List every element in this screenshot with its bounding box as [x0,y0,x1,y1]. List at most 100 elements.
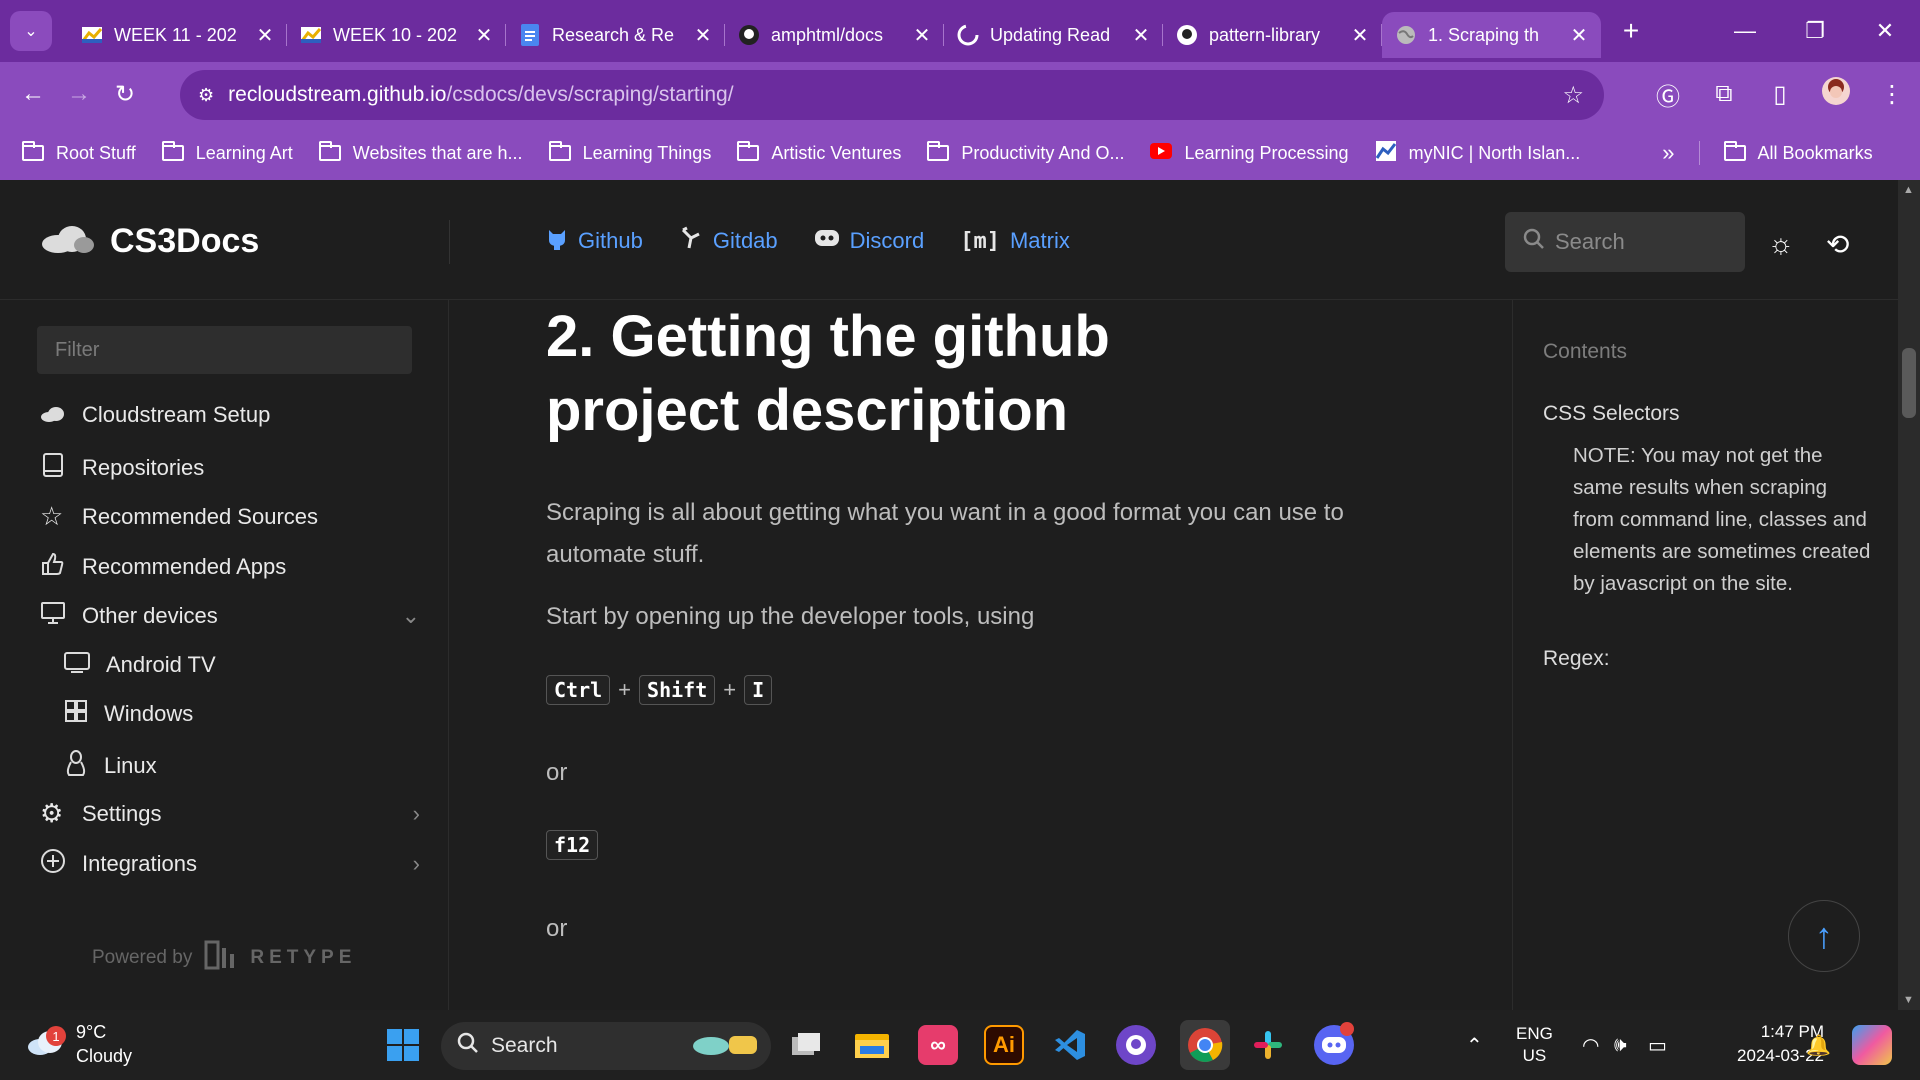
copilot-icon[interactable] [1852,1025,1892,1065]
slack-icon[interactable] [1248,1025,1288,1065]
chevron-up-icon[interactable]: ⌃ [1466,1010,1483,1080]
site-search-input[interactable]: Search [1505,212,1745,272]
tab-scraping[interactable]: 1. Scraping th ✕ [1382,12,1601,58]
filter-input[interactable]: Filter [37,326,412,374]
bell-icon[interactable]: 🔔 [1806,1010,1831,1080]
new-tab-button[interactable]: + [1609,15,1653,47]
weather-widget[interactable]: 1 9°C Cloudy [26,1020,132,1068]
bookmark-mynic[interactable]: myNIC | North Islan... [1375,140,1580,167]
matrix-link[interactable]: [m] Matrix [960,226,1070,256]
reload-icon[interactable]: ↻ [102,80,148,109]
scroll-down-icon[interactable]: ▼ [1903,994,1914,1006]
bookmark-star-icon[interactable]: ☆ [1562,81,1584,110]
restore-icon[interactable]: ❐ [1780,18,1850,44]
plus-circle-icon [40,848,66,880]
site-logo[interactable]: CS3Docs [40,222,259,261]
file-explorer-icon[interactable] [852,1025,892,1065]
sidebar-item-recommended-sources[interactable]: ☆ Recommended Sources [40,501,420,532]
tab-amphtml[interactable]: amphtml/docs ✕ [725,12,944,58]
toc-item-css-selectors[interactable]: CSS Selectors [1543,402,1680,426]
side-panel-icon[interactable]: ▯ [1752,80,1808,109]
tab-pattern-library[interactable]: pattern-library ✕ [1163,12,1382,58]
battery-icon[interactable]: ▭ [1648,1010,1667,1080]
scrollbar-thumb[interactable] [1902,348,1916,418]
back-to-top-button[interactable]: ↑ [1788,900,1860,972]
sidebar-item-linux[interactable]: Linux [64,749,444,783]
toc-item-note[interactable]: NOTE: You may not get the same results w… [1573,440,1873,600]
address-bar[interactable]: ⚙ recloudstream.github.io/csdocs/devs/sc… [180,70,1604,120]
taskbar-search[interactable]: Search [441,1022,771,1070]
tab-title: pattern-library [1209,24,1321,45]
bookmark-learning-processing[interactable]: Learning Processing [1150,142,1349,164]
sidebar-item-settings[interactable]: ⚙ Settings › [40,798,420,829]
avatar[interactable] [1808,76,1864,113]
powered-by-retype[interactable]: Powered by RETYPE [92,940,356,976]
scroll-up-icon[interactable]: ▲ [1903,184,1914,196]
minimize-icon[interactable]: — [1710,18,1780,44]
chrome-icon[interactable] [1180,1020,1230,1070]
grammarly-icon[interactable]: Ⓖ [1640,77,1696,112]
task-view-icon[interactable] [786,1025,826,1065]
tab-week11[interactable]: WEEK 11 - 202 ✕ [68,12,287,58]
key-shift: Shift [639,675,716,705]
language-indicator[interactable]: ENG US [1516,1010,1553,1080]
page-title: 2. Getting the github project description [546,304,1110,443]
site-info-icon[interactable]: ⚙ [198,85,214,106]
page-scrollbar[interactable]: ▲ ▼ [1898,180,1920,1010]
folder-icon [737,141,760,161]
folder-icon [1723,141,1746,161]
folder-icon [548,141,571,161]
tab-week10[interactable]: WEEK 10 - 202 ✕ [287,12,506,58]
back-icon[interactable]: ← [10,80,56,108]
bookmark-learning-things[interactable]: Learning Things [548,141,711,164]
tab-research[interactable]: Research & Re ✕ [506,12,725,58]
bookmark-websites[interactable]: Websites that are h... [318,141,523,164]
illustrator-icon[interactable]: Ai [984,1025,1024,1065]
gitdab-link[interactable]: Gitdab [679,226,778,256]
close-icon[interactable]: ✕ [1569,23,1589,48]
more-bookmarks-icon[interactable]: » [1662,140,1674,166]
close-icon[interactable]: ✕ [693,23,713,48]
toc-item-regex[interactable]: Regex: [1543,647,1610,671]
sidebar-item-recommended-apps[interactable]: Recommended Apps [40,551,420,583]
close-window-icon[interactable]: ✕ [1850,18,1920,44]
wifi-icon[interactable]: ◠ [1582,1010,1599,1080]
forward-icon[interactable]: → [56,80,102,108]
notification-dot [1340,1022,1354,1036]
close-icon[interactable]: ✕ [1350,23,1370,48]
more-menu-icon[interactable]: ⋮ [1864,80,1920,109]
docs-icon [518,23,542,47]
close-icon[interactable]: ✕ [912,23,932,48]
tab-title: amphtml/docs [771,24,884,45]
search-icon [457,1032,479,1060]
volume-icon[interactable]: 🕪 [1614,1010,1627,1080]
tab-search-button[interactable]: ⌄ [10,11,52,51]
sidebar-item-repositories[interactable]: Repositories [40,452,420,484]
sidebar-item-cloudstream-setup[interactable]: Cloudstream Setup [40,402,420,428]
github-desktop-icon[interactable] [1116,1025,1156,1065]
sidebar: Filter Cloudstream Setup Repositories ☆ … [0,300,449,1010]
bookmark-artistic-ventures[interactable]: Artistic Ventures [737,141,901,164]
sidebar-item-other-devices[interactable]: Other devices ⌄ [40,600,420,632]
extensions-icon[interactable]: ⧉ [1696,80,1752,108]
github-link[interactable]: Github [546,226,643,256]
bookmark-root-stuff[interactable]: Root Stuff [22,141,136,164]
theme-toggle-sun-icon[interactable]: ☼ [1768,228,1794,260]
tab-updating-read[interactable]: Updating Read ✕ [944,12,1163,58]
discord-link[interactable]: Discord [814,226,924,256]
bookmark-learning-art[interactable]: Learning Art [161,141,293,164]
sidebar-item-integrations[interactable]: Integrations › [40,848,420,880]
creative-cloud-icon[interactable]: ∞ [918,1025,958,1065]
vscode-icon[interactable] [1050,1025,1090,1065]
sidebar-item-windows[interactable]: Windows [64,699,444,729]
sidebar-item-android-tv[interactable]: Android TV [64,650,444,680]
close-icon[interactable]: ✕ [255,23,275,48]
all-bookmarks[interactable]: All Bookmarks [1723,141,1873,164]
close-icon[interactable]: ✕ [1131,23,1151,48]
arrow-up-icon: ↑ [1815,915,1833,956]
history-icon[interactable]: ⟲ [1826,228,1849,261]
site-header: CS3Docs Github Gitdab Discord [m] Matrix … [0,180,1898,300]
start-button[interactable] [383,1025,423,1065]
close-icon[interactable]: ✕ [474,23,494,48]
bookmark-productivity[interactable]: Productivity And O... [927,141,1124,164]
